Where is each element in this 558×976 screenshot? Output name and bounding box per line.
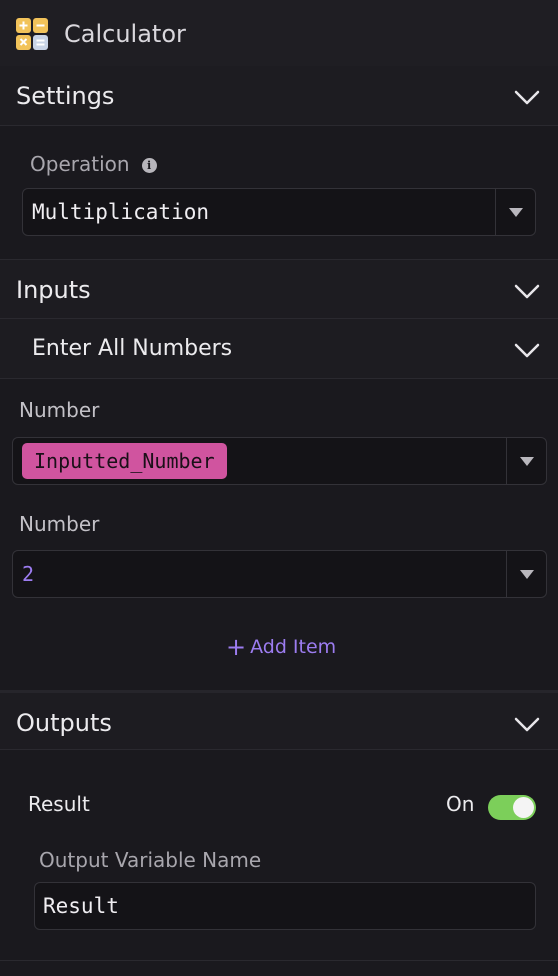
caret-down-icon[interactable] [520, 457, 534, 466]
output-variable-name-value: Result [43, 894, 119, 918]
chevron-down-icon[interactable] [514, 341, 540, 359]
enter-all-numbers-header[interactable]: Enter All Numbers [0, 319, 558, 379]
toggle-label: On [446, 792, 475, 816]
select-divider [506, 551, 507, 597]
operation-label: Operation i [30, 151, 157, 177]
add-item-label: Add Item [250, 636, 337, 658]
select-divider [495, 189, 496, 235]
number-input-2[interactable]: 2 [12, 550, 547, 598]
inputs-header-label: Inputs [16, 276, 91, 304]
add-item-button[interactable]: + Add Item [226, 634, 336, 660]
operation-select[interactable]: Multiplication [22, 188, 536, 236]
info-icon[interactable]: i [141, 158, 157, 173]
settings-header-label: Settings [16, 82, 115, 110]
operation-label-text: Operation [30, 152, 130, 176]
caret-down-icon[interactable] [509, 208, 523, 217]
title-bar: Calculator [0, 0, 558, 66]
plus-icon: + [226, 633, 247, 661]
inputs-section-header[interactable]: Inputs [0, 259, 558, 319]
calculator-icon [16, 18, 48, 50]
number-label-1: Number [19, 398, 100, 422]
number-value: 2 [22, 562, 35, 586]
output-variable-name-label: Output Variable Name [39, 848, 262, 872]
toggle-knob [513, 797, 534, 818]
select-divider [506, 438, 507, 484]
bottom-divider [0, 960, 558, 961]
outputs-section-header[interactable]: Outputs [0, 690, 558, 750]
caret-down-icon[interactable] [520, 570, 534, 579]
variable-tag[interactable]: Inputted_Number [22, 443, 227, 479]
output-variable-name-input[interactable]: Result [34, 882, 536, 930]
settings-section-header[interactable]: Settings [0, 66, 558, 126]
result-toggle[interactable] [488, 795, 536, 820]
operation-value: Multiplication [32, 200, 210, 224]
chevron-down-icon[interactable] [514, 282, 540, 300]
number-input-1[interactable]: Inputted_Number [12, 437, 547, 485]
chevron-down-icon[interactable] [514, 88, 540, 106]
app-title: Calculator [64, 20, 186, 48]
result-label: Result [28, 792, 90, 816]
enter-all-numbers-label: Enter All Numbers [32, 336, 233, 361]
outputs-header-label: Outputs [16, 709, 112, 737]
chevron-down-icon[interactable] [514, 715, 540, 733]
number-label-2: Number [19, 512, 100, 536]
